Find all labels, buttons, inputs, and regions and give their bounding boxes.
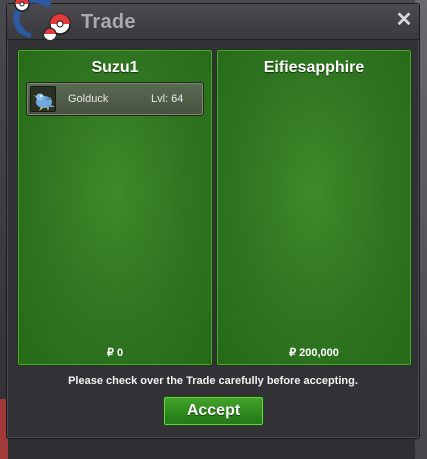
money-left: ₽ 0: [106, 347, 124, 359]
item-level: Lvl: 64: [151, 93, 184, 105]
pokeball-logo-icon: [8, 0, 74, 46]
pokemon-sprite-icon: [30, 86, 56, 112]
window-title: Trade: [81, 11, 136, 33]
trade-item-row[interactable]: Golduck Lvl: 64: [26, 82, 204, 116]
player-name-left: Suzu1: [91, 59, 139, 76]
trade-panel-right: Eifiesapphire ₽ 200,000: [216, 49, 412, 366]
trade-notice: Please check over the Trade carefully be…: [68, 375, 358, 387]
accept-button[interactable]: Accept: [163, 396, 264, 426]
money-right: ₽ 200,000: [289, 347, 339, 359]
player-name-right: Eifiesapphire: [263, 59, 365, 76]
trade-panel-left: Suzu1 Golduck Lvl: 64 ₽ 0: [17, 49, 213, 366]
close-icon[interactable]: ✕: [395, 10, 413, 30]
item-name: Golduck: [68, 93, 109, 105]
trade-window: Trade ✕ Suzu1 Golduck Lvl: 64 ₽ 0 Eifies…: [6, 3, 420, 439]
